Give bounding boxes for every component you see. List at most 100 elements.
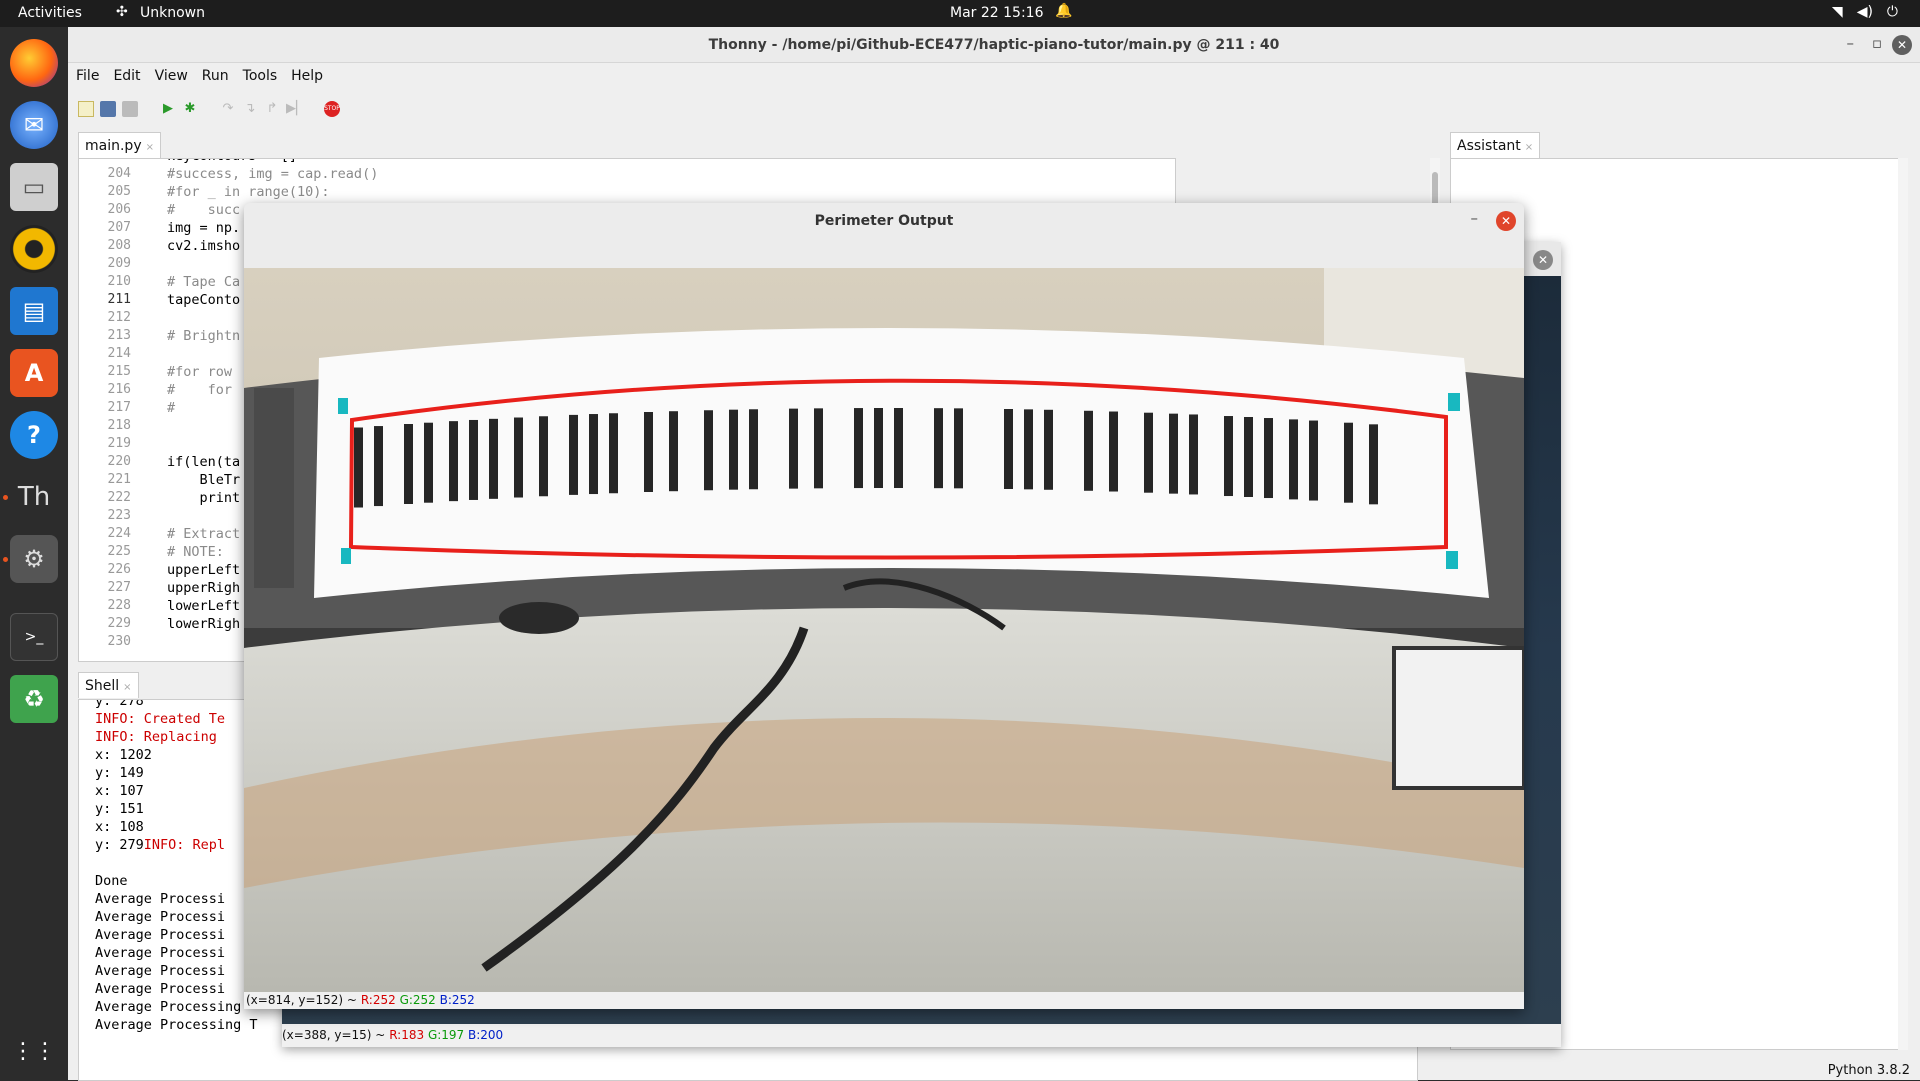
- menu-tools[interactable]: Tools: [243, 68, 278, 84]
- software-icon[interactable]: A: [10, 349, 58, 397]
- piano-black-key: [1189, 414, 1198, 495]
- piano-black-key: [1264, 418, 1273, 499]
- piano-black-key: [514, 417, 523, 498]
- new-file-icon[interactable]: [78, 101, 94, 117]
- shell-inline-info: INFO: Repl: [143, 837, 226, 853]
- line-number: 226: [107, 562, 131, 577]
- shell-output[interactable]: y: 278 INFO: Created Te INFO: Replacing x: …: [95, 699, 258, 1034]
- close-button[interactable]: ✕: [1533, 250, 1553, 270]
- line-number: 221: [107, 472, 131, 487]
- window-title: Thonny - /home/pi/Github-ECE477/haptic-p…: [708, 37, 1280, 53]
- line-number: 220: [107, 454, 131, 469]
- perimeter-output-window[interactable]: Perimeter Output – ✕ (x=814, y=152) ~ R:…: [244, 203, 1524, 1009]
- minimize-button[interactable]: –: [1471, 209, 1479, 227]
- code-line[interactable]: #for _ in range(10):: [167, 183, 378, 201]
- tab-assistant[interactable]: Assistant ×: [1450, 132, 1541, 158]
- close-button[interactable]: ✕: [1892, 35, 1912, 55]
- debug-icon[interactable]: ✱: [182, 101, 198, 117]
- shell-line-text: y: 278: [95, 699, 144, 709]
- camera-feed[interactable]: [244, 268, 1524, 992]
- menu-help[interactable]: Help: [291, 68, 323, 84]
- window-titlebar: Thonny - /home/pi/Github-ECE477/haptic-p…: [68, 27, 1920, 63]
- shell-line-text: Average Processi: [95, 945, 226, 961]
- stop-icon[interactable]: STOP: [324, 101, 340, 117]
- line-number: 227: [107, 580, 131, 595]
- shell-line-text: x: 1202: [95, 747, 152, 763]
- piano-black-key: [934, 408, 943, 489]
- clock[interactable]: Mar 22 15:16: [950, 5, 1043, 21]
- shell-line: x: 108: [95, 818, 258, 836]
- pixel-readout: (x=814, y=152) ~ R:252 G:252 B:252: [244, 992, 1524, 1009]
- app-menu-label[interactable]: Unknown: [140, 5, 205, 21]
- pixel-red: R:183: [389, 1028, 425, 1042]
- menu-file[interactable]: File: [76, 68, 99, 84]
- help-icon[interactable]: ?: [10, 411, 58, 459]
- step-over-icon[interactable]: ↷: [220, 101, 236, 117]
- piano-black-key: [589, 414, 598, 495]
- system-tray[interactable]: ◥ ◀) ⏻: [1832, 4, 1898, 20]
- terminal-icon[interactable]: >_: [10, 613, 58, 661]
- menu-view[interactable]: View: [155, 68, 188, 84]
- menu-run[interactable]: Run: [202, 68, 229, 84]
- piano-black-key: [1084, 410, 1093, 491]
- maximize-button[interactable]: ▫: [1872, 34, 1882, 52]
- python-version[interactable]: Python 3.8.2: [1828, 1063, 1910, 1078]
- piano-black-key: [704, 410, 713, 491]
- tab-shell[interactable]: Shell ×: [78, 672, 139, 698]
- tab-main-py-label: main.py: [85, 138, 142, 154]
- line-number-gutter: 203204 205 206 207 208 209 210 211 212 213 214 215 2…: [79, 159, 137, 649]
- activities-button[interactable]: Activities: [18, 5, 82, 21]
- resume-icon[interactable]: ▶▏: [286, 101, 306, 117]
- trash-icon[interactable]: ♻: [10, 675, 58, 723]
- pixel-blue: B:252: [439, 993, 475, 1007]
- tab-main-py[interactable]: main.py ×: [78, 132, 161, 158]
- firefox-icon[interactable]: [10, 39, 58, 87]
- shell-line: y: 149: [95, 764, 258, 782]
- piano-black-key: [1309, 420, 1318, 501]
- pixel-coords: (x=814, y=152) ~: [246, 993, 357, 1007]
- open-file-icon[interactable]: [100, 101, 116, 117]
- shell-line-text: Average Processi: [95, 927, 226, 943]
- code-line[interactable]: keyContours = []: [167, 159, 378, 165]
- tab-shell-label: Shell: [85, 678, 120, 694]
- shell-line: x: 107: [95, 782, 258, 800]
- piano-black-key: [569, 414, 578, 495]
- close-button[interactable]: ✕: [1496, 211, 1516, 231]
- minimize-button[interactable]: –: [1847, 34, 1855, 52]
- tab-close-icon[interactable]: ×: [1525, 142, 1533, 153]
- piano-black-key: [854, 408, 863, 489]
- line-number: 203: [79, 159, 137, 165]
- show-apps-icon[interactable]: ⋮⋮: [10, 1027, 58, 1075]
- rhythmbox-icon[interactable]: [10, 225, 58, 273]
- tab-close-icon[interactable]: ×: [123, 682, 131, 693]
- thunderbird-icon[interactable]: ✉: [10, 101, 58, 149]
- step-out-icon[interactable]: ↱: [264, 101, 280, 117]
- line-number: 224: [107, 526, 131, 541]
- save-file-icon[interactable]: [122, 101, 138, 117]
- line-number: 225: [107, 544, 131, 559]
- line-number: 219: [107, 436, 131, 451]
- piano-black-key: [1244, 417, 1253, 497]
- piano-black-key: [789, 408, 798, 489]
- piano-black-key: [1004, 409, 1013, 489]
- writer-icon[interactable]: ▤: [10, 287, 58, 335]
- settings-icon[interactable]: ⚙: [10, 535, 58, 583]
- shell-line: y: 279INFO: Repl: [95, 836, 258, 854]
- tab-assistant-label: Assistant: [1457, 138, 1521, 154]
- perimeter-window-title: Perimeter Output: [814, 213, 954, 229]
- piano-black-key: [1024, 409, 1033, 490]
- run-icon[interactable]: ▶: [160, 101, 176, 117]
- tab-close-icon[interactable]: ×: [146, 142, 154, 153]
- menu-edit[interactable]: Edit: [113, 68, 140, 84]
- shell-line-text: Average Processi: [95, 891, 226, 907]
- assistant-scrollbar[interactable]: [1898, 158, 1908, 1050]
- thonny-icon[interactable]: Th: [10, 473, 58, 521]
- pixel-red: R:252: [360, 993, 396, 1007]
- piano-black-key: [1109, 411, 1118, 492]
- step-into-icon[interactable]: ↴: [242, 101, 258, 117]
- piano-black-key: [1289, 419, 1298, 500]
- shell-line: Average Processi: [95, 890, 258, 908]
- files-icon[interactable]: ▭: [10, 163, 58, 211]
- code-line[interactable]: #success, img = cap.read(): [167, 165, 378, 183]
- shell-line-text: Done: [95, 873, 128, 889]
